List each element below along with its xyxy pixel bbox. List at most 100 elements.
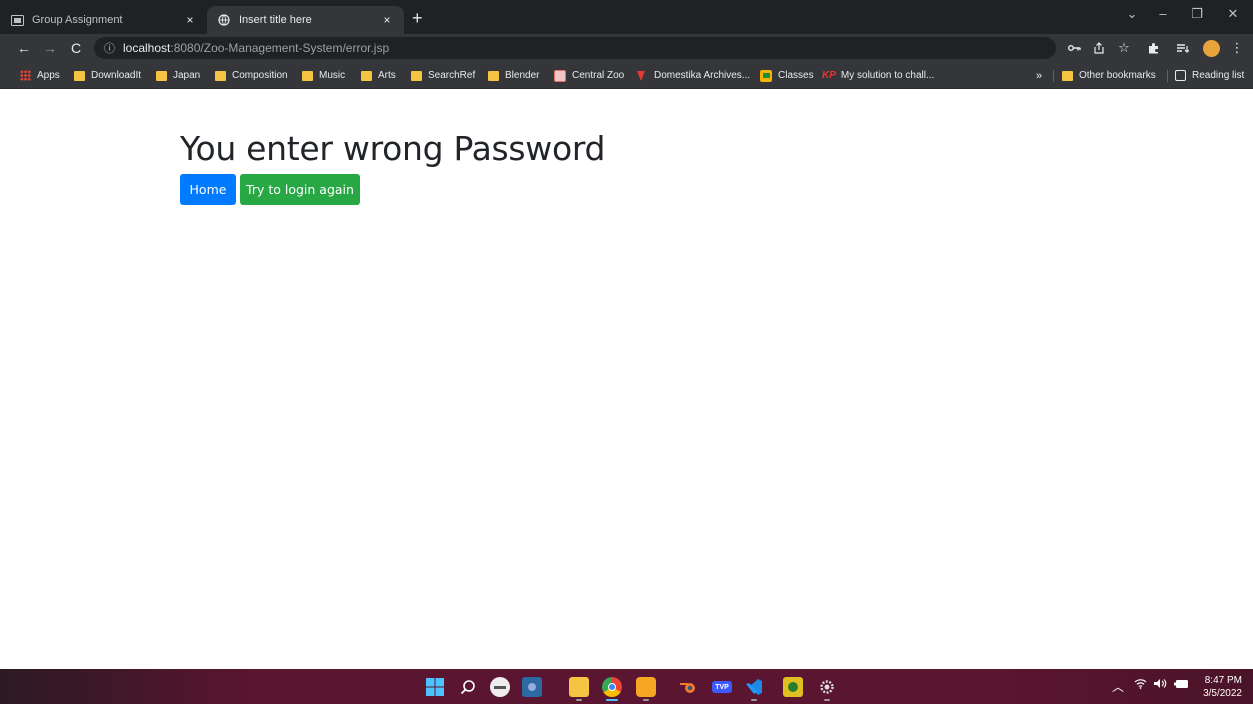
active-indicator bbox=[606, 699, 618, 701]
address-bar[interactable]: ⓘ localhost :8080/Zoo-Management-System/… bbox=[94, 37, 1056, 59]
close-window-button[interactable]: ✕ bbox=[1222, 6, 1244, 22]
wifi-icon[interactable] bbox=[1134, 678, 1147, 692]
battery-icon[interactable] bbox=[1174, 678, 1190, 692]
info-icon[interactable]: ⓘ bbox=[104, 40, 115, 56]
reload-icon[interactable]: C bbox=[66, 38, 86, 58]
tvp-app-icon[interactable]: TVP bbox=[712, 681, 732, 693]
url-host: localhost bbox=[123, 41, 171, 55]
more-menu-icon[interactable]: ⋮ bbox=[1227, 38, 1247, 58]
page-content: You enter wrong Password Home Try to log… bbox=[0, 89, 1253, 669]
bookmark-music[interactable]: Music bbox=[302, 67, 345, 84]
bookmark-central-zoo[interactable]: Central Zoo bbox=[554, 67, 624, 84]
folder-icon bbox=[411, 70, 422, 81]
try-login-again-button[interactable]: Try to login again bbox=[240, 174, 360, 205]
vscode-icon[interactable] bbox=[744, 677, 764, 697]
bookmark-other[interactable]: Other bookmarks bbox=[1062, 67, 1156, 84]
folder-icon bbox=[1062, 70, 1073, 81]
reading-list-icon bbox=[1175, 70, 1186, 81]
bookmark-searchref[interactable]: SearchRef bbox=[411, 67, 475, 84]
clock[interactable]: 8:47 PM 3/5/2022 bbox=[1198, 674, 1242, 700]
running-indicator bbox=[576, 699, 582, 701]
bookmark-label: My solution to chall... bbox=[840, 70, 935, 81]
screen: Group Assignment × Insert title here × +… bbox=[0, 0, 1253, 704]
package-app-icon[interactable] bbox=[636, 677, 656, 697]
bookmark-domestika[interactable]: Domestika Archives... bbox=[636, 67, 750, 84]
tab-group-assignment[interactable]: Group Assignment × bbox=[0, 6, 207, 34]
zoo-favicon bbox=[554, 69, 566, 82]
bookmark-label: SearchRef bbox=[428, 70, 476, 81]
running-indicator bbox=[751, 699, 757, 701]
tab-strip: Group Assignment × Insert title here × +… bbox=[0, 0, 1253, 34]
classroom-favicon bbox=[760, 69, 772, 82]
folder-icon bbox=[302, 70, 313, 81]
show-hidden-icons-chevron-icon[interactable]: ︿ bbox=[1112, 678, 1124, 695]
chrome-icon[interactable] bbox=[602, 677, 622, 697]
bookmark-label: Composition bbox=[232, 70, 288, 81]
key-icon[interactable] bbox=[1064, 38, 1084, 58]
taskbar: TVP ︿ 8:47 PM 3/5/2022 bbox=[0, 669, 1253, 704]
bookmark-label: Arts bbox=[378, 70, 396, 81]
app-icon[interactable] bbox=[522, 677, 542, 697]
globe-icon bbox=[217, 14, 231, 26]
clock-date: 3/5/2022 bbox=[1203, 688, 1242, 699]
tab-label: Group Assignment bbox=[32, 14, 123, 26]
bookmark-star-icon[interactable]: ☆ bbox=[1114, 38, 1134, 58]
bookmark-label: Japan bbox=[173, 70, 201, 81]
close-tab-icon[interactable]: × bbox=[183, 13, 197, 27]
bookmark-blender[interactable]: Blender bbox=[488, 67, 539, 84]
blender-icon[interactable] bbox=[678, 677, 698, 697]
running-indicator bbox=[824, 699, 830, 701]
restore-button[interactable]: ❐ bbox=[1186, 6, 1208, 22]
bookmark-label: Reading list bbox=[1192, 70, 1245, 81]
tab-insert-title-here[interactable]: Insert title here × bbox=[207, 6, 404, 34]
running-indicator bbox=[643, 699, 649, 701]
tab-search-chevron-icon[interactable]: ⌄ bbox=[1121, 6, 1143, 22]
bookmark-label: DownloadIt bbox=[91, 70, 142, 81]
search-icon[interactable] bbox=[458, 677, 478, 697]
file-explorer-icon[interactable] bbox=[569, 677, 589, 697]
bookmark-my-solution[interactable]: KP My solution to chall... bbox=[822, 67, 934, 84]
tab-label: Insert title here bbox=[239, 14, 312, 26]
bookmark-label: Central Zoo bbox=[572, 70, 625, 81]
bookmark-label: Domestika Archives... bbox=[654, 70, 751, 81]
volume-icon[interactable] bbox=[1153, 678, 1169, 692]
divider bbox=[1167, 70, 1168, 82]
bookmark-composition[interactable]: Composition bbox=[215, 67, 288, 84]
bookmark-label: Other bookmarks bbox=[1079, 70, 1156, 81]
media-queue-icon[interactable] bbox=[1172, 38, 1192, 58]
bookmark-classes[interactable]: Classes bbox=[760, 67, 814, 84]
bookmark-label: Music bbox=[319, 70, 346, 81]
windows-start-icon[interactable] bbox=[425, 677, 445, 697]
share-icon[interactable] bbox=[1089, 38, 1109, 58]
bookmark-downloadit[interactable]: DownloadIt bbox=[74, 67, 141, 84]
folder-icon bbox=[488, 70, 499, 81]
minimize-button[interactable]: – bbox=[1152, 6, 1174, 21]
browser-toolbar: ← → C ⓘ localhost :8080/Zoo-Management-S… bbox=[0, 34, 1253, 62]
profile-avatar[interactable] bbox=[1203, 40, 1220, 57]
domestika-favicon bbox=[636, 70, 646, 82]
folder-icon bbox=[74, 70, 85, 81]
bookmark-label: Classes bbox=[778, 70, 814, 81]
kp-favicon: KP bbox=[822, 70, 836, 81]
folder-icon bbox=[156, 70, 167, 81]
new-tab-button[interactable]: + bbox=[412, 8, 423, 28]
bookmark-apps[interactable]: Apps bbox=[20, 67, 60, 84]
home-button[interactable]: Home bbox=[180, 174, 236, 205]
overflow-chevron-icon: » bbox=[1036, 69, 1043, 82]
close-tab-icon[interactable]: × bbox=[380, 13, 394, 27]
extensions-icon[interactable] bbox=[1143, 38, 1163, 58]
bookmark-arts[interactable]: Arts bbox=[361, 67, 396, 84]
folder-icon bbox=[361, 70, 372, 81]
bookmark-japan[interactable]: Japan bbox=[156, 67, 200, 84]
page-title: You enter wrong Password bbox=[180, 129, 606, 168]
widgets-icon[interactable] bbox=[490, 677, 510, 697]
divider bbox=[1053, 70, 1054, 82]
reading-list-button[interactable]: Reading list bbox=[1175, 67, 1244, 84]
bookmarks-overflow-button[interactable]: » bbox=[1036, 67, 1042, 84]
app-icon[interactable] bbox=[783, 677, 803, 697]
settings-gear-icon[interactable] bbox=[817, 677, 837, 697]
slides-icon bbox=[10, 14, 24, 26]
folder-icon bbox=[215, 70, 226, 81]
forward-arrow-icon[interactable]: → bbox=[40, 38, 60, 58]
back-arrow-icon[interactable]: ← bbox=[14, 38, 34, 58]
